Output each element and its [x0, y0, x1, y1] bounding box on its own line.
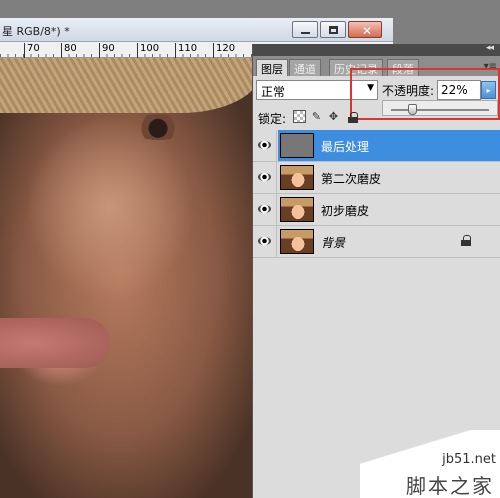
minimize-icon: [301, 32, 310, 34]
lock-move-icon[interactable]: ✥: [327, 110, 340, 123]
layer-lock-icon: [461, 235, 471, 246]
document-title-bar: 星 RGB/8*) * ✕: [0, 18, 393, 42]
watermark-url: jb51.net: [442, 452, 496, 467]
maximize-button[interactable]: [320, 21, 346, 38]
layer-thumbnail: [280, 133, 314, 158]
layer-thumbnail: [280, 165, 314, 190]
layer-name: 第二次磨皮: [321, 172, 382, 186]
lock-label: 锁定:: [258, 112, 287, 126]
photo-lips: [0, 318, 110, 368]
watermark-name: 脚本之家: [406, 474, 494, 498]
layer-content[interactable]: 初步磨皮: [278, 194, 500, 225]
tab-channels[interactable]: 通道: [289, 59, 321, 76]
collapse-panel-icon[interactable]: ◂◂: [486, 43, 494, 53]
layer-thumbnail: [280, 197, 314, 222]
maximize-icon: [329, 26, 338, 34]
document-title: 星 RGB/8*) *: [2, 25, 70, 38]
visibility-eye-icon[interactable]: [253, 194, 277, 225]
layer-row[interactable]: 第二次磨皮: [253, 162, 500, 194]
tab-layers[interactable]: 图层: [256, 59, 288, 76]
close-icon: ✕: [362, 24, 373, 38]
lock-paint-icon[interactable]: ✎: [310, 110, 323, 123]
ruler-label: 100: [137, 43, 159, 58]
ruler-label: 110: [175, 43, 197, 58]
layer-row[interactable]: 最后处理: [253, 130, 500, 162]
layer-list: 最后处理 第二次磨皮 初步磨皮 背景: [253, 130, 500, 258]
photo-eye: [128, 114, 188, 140]
blend-mode-value: 正常: [261, 85, 286, 99]
photo-hat: [0, 58, 260, 113]
layer-name: 最后处理: [321, 140, 370, 154]
ruler-label: 80: [61, 43, 77, 58]
layer-content[interactable]: 最后处理: [278, 130, 500, 161]
layer-name: 初步磨皮: [321, 204, 370, 218]
close-button[interactable]: ✕: [348, 21, 382, 38]
watermark: jb51.net 脚本之家: [360, 430, 500, 498]
lock-row: 锁定: ✎ ✥: [253, 106, 500, 128]
lock-all-icon[interactable]: [348, 112, 358, 123]
layer-name: 背景: [321, 236, 346, 250]
layer-row[interactable]: 初步磨皮: [253, 194, 500, 226]
lock-transparency-icon[interactable]: [293, 110, 306, 123]
visibility-eye-icon[interactable]: [253, 130, 277, 161]
ruler-label: 120: [213, 43, 235, 58]
layer-thumbnail: [280, 229, 314, 254]
layer-content[interactable]: 第二次磨皮: [278, 162, 500, 193]
ruler-label: 90: [99, 43, 115, 58]
ruler-label: 70: [24, 43, 40, 58]
panel-header-bar: ◂◂: [253, 43, 500, 56]
layer-content[interactable]: 背景: [278, 226, 500, 257]
visibility-eye-icon[interactable]: [253, 162, 277, 193]
visibility-eye-icon[interactable]: [253, 226, 277, 257]
minimize-button[interactable]: [292, 21, 318, 38]
layer-row[interactable]: 背景: [253, 226, 500, 258]
